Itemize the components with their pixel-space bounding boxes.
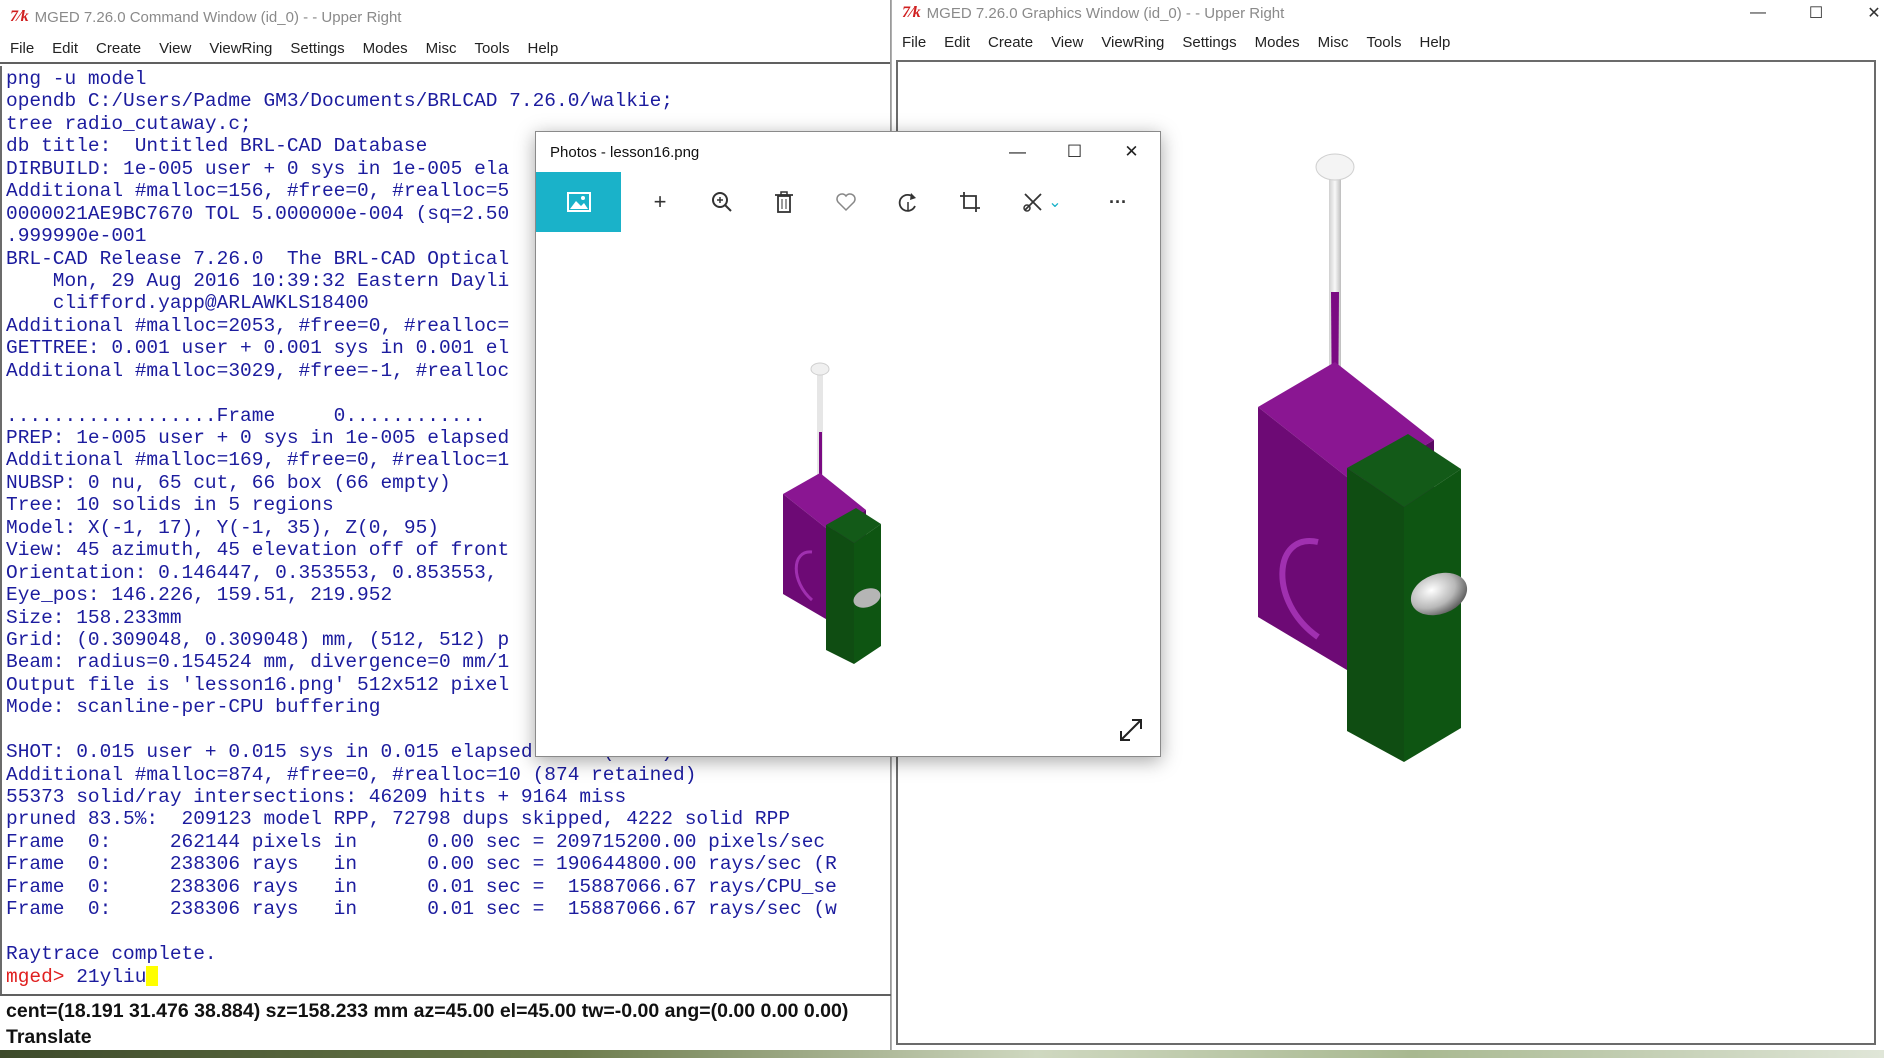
menu-help[interactable]: Help [519, 40, 568, 57]
chevron-down-icon: ⌄ [1048, 194, 1062, 211]
crop-icon [960, 192, 980, 212]
console-line: Frame 0: 238306 rays in 0.01 sec = 15887… [6, 875, 837, 898]
maximize-button[interactable]: ☐ [1787, 3, 1845, 23]
minimize-button[interactable]: — [1729, 4, 1787, 22]
rotate-button[interactable] [877, 172, 939, 232]
menu-settings[interactable]: Settings [1173, 34, 1245, 51]
photos-window-controls: — ☐ ✕ [989, 132, 1160, 172]
console-line: pruned 83.5%: 209123 model RPP, 72798 du… [6, 808, 791, 831]
menu-viewring[interactable]: ViewRing [200, 40, 281, 57]
tk-logo-icon: 7⁄k [10, 8, 29, 25]
close-button[interactable]: ✕ [1103, 142, 1160, 162]
menu-modes[interactable]: Modes [354, 40, 417, 57]
close-button[interactable]: ✕ [1845, 3, 1884, 23]
console-line: Frame 0: 238306 rays in 0.00 sec = 19064… [6, 853, 837, 876]
menu-help[interactable]: Help [1411, 34, 1460, 51]
console-line: Frame 0: 262144 pixels in 0.00 sec = 209… [6, 830, 826, 853]
menu-edit[interactable]: Edit [935, 34, 979, 51]
command-input[interactable]: 21yliu [76, 966, 146, 988]
menu-modes[interactable]: Modes [1246, 34, 1309, 51]
menu-file[interactable]: File [0, 40, 43, 57]
command-window-titlebar[interactable]: 7⁄k MGED 7.26.0 Command Window (id_0) - … [0, 0, 890, 34]
menu-edit[interactable]: Edit [43, 40, 87, 57]
graphics-window-title: MGED 7.26.0 Graphics Window (id_0) - - U… [926, 4, 1285, 22]
add-button[interactable]: + [629, 172, 691, 232]
zoom-icon [712, 192, 732, 212]
more-icon: ··· [1109, 191, 1127, 212]
menu-tools[interactable]: Tools [465, 40, 518, 57]
menu-view[interactable]: View [1042, 34, 1092, 51]
image-icon [566, 192, 591, 212]
console-line: Raytrace complete. [6, 943, 217, 966]
menu-create[interactable]: Create [87, 40, 150, 57]
console-line: 55373 solid/ray intersections: 46209 hit… [6, 786, 627, 808]
status-line: cent=(18.191 31.476 38.884) sz=158.233 m… [0, 994, 891, 1026]
photos-window[interactable]: Photos - lesson16.png — ☐ ✕ + ⌄ ··· [535, 131, 1161, 757]
more-button[interactable]: ··· [1087, 172, 1149, 232]
menu-tools[interactable]: Tools [1357, 34, 1410, 51]
menu-settings[interactable]: Settings [281, 40, 353, 57]
menu-file[interactable]: File [892, 34, 935, 51]
lesson16-image [783, 362, 881, 664]
crop-button[interactable] [939, 172, 1001, 232]
graphics-window-controls: — ☐ ✕ [1729, 0, 1884, 26]
maximize-button[interactable]: ☐ [1046, 142, 1103, 162]
command-window-title: MGED 7.26.0 Command Window (id_0) - - Up… [34, 8, 402, 26]
menu-viewring[interactable]: ViewRing [1092, 34, 1173, 51]
minimize-button[interactable]: — [989, 142, 1046, 162]
text-cursor [146, 966, 159, 987]
tk-logo-icon: 7⁄k [902, 4, 921, 21]
command-prompt-line[interactable]: mged> 21yliu [6, 966, 891, 988]
edit-icon [1023, 193, 1042, 212]
rotate-icon [898, 193, 916, 212]
menu-misc[interactable]: Misc [1309, 34, 1358, 51]
expand-icon[interactable] [1118, 717, 1144, 743]
console-line: png -u model [6, 68, 147, 90]
add-icon: + [653, 189, 667, 214]
view-image-button[interactable] [536, 172, 621, 232]
menu-create[interactable]: Create [979, 34, 1042, 51]
console-line: Frame 0: 238306 rays in 0.01 sec = 15887… [6, 898, 837, 921]
command-window-menubar: File Edit Create View ViewRing Settings Modes M… [0, 34, 890, 64]
console-line: opendb C:/Users/Padme GM3/Documents/BRLC… [6, 90, 674, 113]
delete-icon [775, 191, 793, 213]
desktop-background [0, 1050, 1884, 1058]
photos-toolbar: + ⌄ ··· [536, 172, 1160, 232]
zoom-button[interactable] [691, 172, 753, 232]
favorite-icon [836, 193, 856, 212]
photos-title: Photos - lesson16.png [550, 143, 700, 161]
console-line: Additional #malloc=874, #free=0, #reallo… [6, 763, 697, 786]
edit-button[interactable]: ⌄ [1001, 172, 1083, 232]
photo-viewer[interactable] [536, 232, 1162, 757]
delete-button[interactable] [753, 172, 815, 232]
menu-view[interactable]: View [150, 40, 200, 57]
favorite-button[interactable] [815, 172, 877, 232]
mode-line: Translate [6, 1026, 92, 1048]
graphics-window-menubar: File Edit Create View ViewRing Settings Modes M… [892, 28, 1884, 56]
menu-misc[interactable]: Misc [417, 40, 466, 57]
prompt-label: mged> [6, 965, 77, 988]
